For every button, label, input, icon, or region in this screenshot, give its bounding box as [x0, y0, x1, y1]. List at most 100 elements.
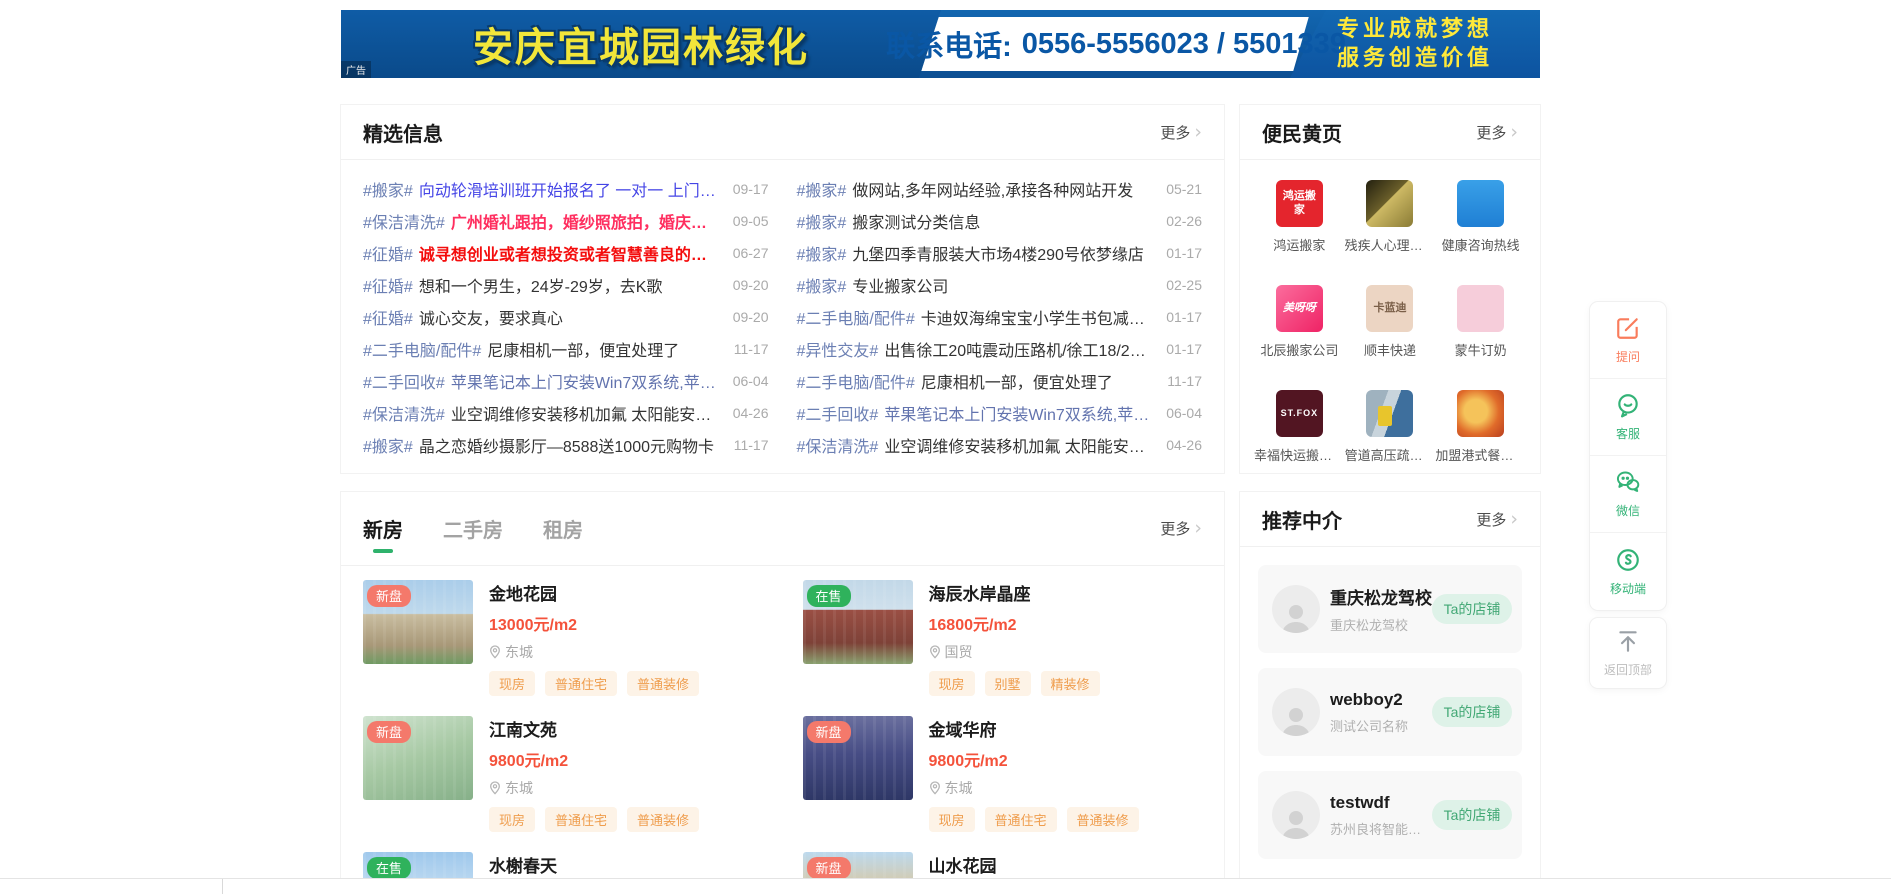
- agent-card: testwdf苏州良将智能…Ta的店铺: [1258, 771, 1522, 859]
- featured-item-text: 想和一个男生，24岁-29岁，去K歌: [419, 273, 721, 297]
- featured-item[interactable]: #征婚#想和一个男生，24岁-29岁，去K歌09-20: [363, 269, 769, 301]
- yellow-page-logo: 卡蓝迪: [1366, 285, 1413, 332]
- yellow-pages-more-link[interactable]: 更多 ›: [1476, 122, 1518, 143]
- featured-item-tag: #保洁清洗#: [363, 401, 445, 425]
- featured-item[interactable]: #搬家#做网站,多年网站经验,承接各种网站开发05-21: [797, 173, 1203, 205]
- listing-tag: 现房: [929, 671, 975, 696]
- listing-badge: 新盘: [367, 585, 411, 607]
- banner-slogan-line1: 专业成就梦想: [1337, 15, 1493, 44]
- listing-photo: 在售: [363, 852, 473, 878]
- yellow-page-entry[interactable]: ST.FOX幸福快运搬家…: [1254, 390, 1345, 464]
- mobile-icon: [1615, 547, 1641, 573]
- yellow-page-entry[interactable]: 残疾人心理咨询: [1345, 180, 1436, 254]
- listing-tag: 现房: [929, 807, 975, 832]
- listing-photo: 在售: [803, 580, 913, 664]
- featured-item[interactable]: #保洁清洗#业空调维修安装移机加氟 太阳能安装维修04-26: [363, 397, 769, 429]
- chevron-right-icon: ›: [1510, 510, 1518, 529]
- yellow-page-logo: [1457, 285, 1504, 332]
- yellow-page-entry[interactable]: 加盟港式餐饮…: [1435, 390, 1526, 464]
- agent-shop-button[interactable]: Ta的店铺: [1432, 697, 1512, 727]
- featured-item-date: 09-20: [733, 277, 769, 293]
- more-label: 更多: [1160, 122, 1190, 143]
- sidebar-item-label: 返回顶部: [1604, 661, 1652, 678]
- listing-location: 国贸: [929, 642, 1100, 662]
- featured-item[interactable]: #异性交友#出售徐工20吨震动压路机/徐工18/21静压…01-17: [797, 333, 1203, 365]
- sidebar-item-客服[interactable]: 客服: [1590, 379, 1666, 456]
- back-to-top-card: 返回顶部: [1590, 618, 1666, 688]
- housing-more-link[interactable]: 更多›: [1160, 518, 1202, 539]
- agents-more-link[interactable]: 更多 ›: [1476, 509, 1518, 530]
- yellow-page-entry[interactable]: 美呀呀北辰搬家公司: [1254, 285, 1345, 359]
- listing-card[interactable]: 新盘 山水花园9280元/m2东城现房普通住宅普通装修: [803, 852, 1203, 878]
- listing-tag: 现房: [489, 671, 535, 696]
- yellow-page-logo: 美呀呀: [1276, 285, 1323, 332]
- featured-item-date: 09-20: [733, 309, 769, 325]
- listing-card[interactable]: 在售海辰水岸晶座16800元/m2国贸现房别墅精装修: [803, 580, 1203, 696]
- tab-二手房[interactable]: 二手房: [443, 498, 503, 559]
- tab-新房[interactable]: 新房: [363, 498, 403, 559]
- listing-price: 13000元/m2: [489, 611, 699, 635]
- featured-item[interactable]: #保洁清洗#业空调维修安装移机加氟 太阳能安装维修04-26: [797, 429, 1203, 461]
- listing-location: 东城: [489, 642, 699, 662]
- featured-item[interactable]: #保洁清洗#广州婚礼跟拍，婚纱照旅拍，婚庆摄影，…09-05: [363, 205, 769, 237]
- featured-header: 精选信息 更多 ›: [341, 105, 1224, 160]
- featured-item[interactable]: #二手电脑/配件#卡迪奴海绵宝宝小学生书包减负双肩…01-17: [797, 301, 1203, 333]
- featured-item[interactable]: #搬家#九堡四季青服装大市场4楼290号依梦缘店01-17: [797, 237, 1203, 269]
- featured-item-text: 卡迪奴海绵宝宝小学生书包减负双肩…: [921, 305, 1154, 329]
- featured-item-tag: #二手回收#: [797, 401, 879, 425]
- featured-item-tag: #征婚#: [363, 241, 413, 265]
- listing-badge: 在售: [367, 857, 411, 878]
- tab-租房[interactable]: 租房: [543, 498, 583, 559]
- sidebar-item-返回顶部[interactable]: 返回顶部: [1590, 618, 1666, 688]
- listing-card[interactable]: 新盘金地花园13000元/m2东城现房普通住宅普通装修: [363, 580, 763, 696]
- floating-toolbar: 提问客服微信移动端 返回顶部: [1590, 302, 1666, 696]
- featured-item-date: 09-05: [733, 213, 769, 229]
- listing-tags: 现房普通住宅普通装修: [489, 807, 699, 832]
- featured-item-tag: #搬家#: [363, 177, 413, 201]
- listing-location-text: 国贸: [945, 642, 973, 662]
- featured-item[interactable]: #搬家#搬家测试分类信息02-26: [797, 205, 1203, 237]
- yellow-page-entry[interactable]: 蒙牛订奶: [1435, 285, 1526, 359]
- banner-company-block: 安庆宜城园林绿化: [341, 10, 941, 78]
- featured-item[interactable]: #搬家#专业搬家公司02-25: [797, 269, 1203, 301]
- wechat-icon: [1615, 469, 1641, 495]
- sidebar-item-微信[interactable]: 微信: [1590, 456, 1666, 533]
- top-ad-banner[interactable]: 安庆宜城园林绿化 联系电话: 0556-5556023 / 5501339 专业…: [341, 10, 1540, 78]
- yellow-page-entry[interactable]: 健康咨询热线: [1435, 180, 1526, 254]
- agents-list: 重庆松龙驾校重庆松龙驾校Ta的店铺webboy2测试公司名称Ta的店铺testw…: [1240, 547, 1540, 878]
- agent-shop-button[interactable]: Ta的店铺: [1432, 594, 1512, 624]
- yellow-page-entry[interactable]: 管道高压疏通…: [1345, 390, 1436, 464]
- housing-panel: 新房二手房租房更多› 新盘金地花园13000元/m2东城现房普通住宅普通装修在售…: [341, 492, 1224, 878]
- agents-panel: 推荐中介 更多 › 重庆松龙驾校重庆松龙驾校Ta的店铺webboy2测试公司名称…: [1240, 492, 1540, 878]
- featured-item[interactable]: #二手回收#苹果笔记本上门安装Win7双系统,苹果电…06-04: [797, 397, 1203, 429]
- yellow-page-entry[interactable]: 卡蓝迪顺丰快递: [1345, 285, 1436, 359]
- listing-card[interactable]: 新盘金域华府9800元/m2东城现房普通住宅普通装修: [803, 716, 1203, 832]
- listing-name: 金地花园: [489, 580, 699, 605]
- featured-item[interactable]: #二手电脑/配件#尼康相机一部，便宜处理了11-17: [363, 333, 769, 365]
- listing-badge: 新盘: [807, 857, 851, 878]
- yellow-pages-header: 便民黄页 更多 ›: [1240, 105, 1540, 160]
- sidebar-item-提问[interactable]: 提问: [1590, 302, 1666, 379]
- agent-shop-button[interactable]: Ta的店铺: [1432, 800, 1512, 830]
- featured-item[interactable]: #二手回收#苹果笔记本上门安装Win7双系统,苹果电…06-04: [363, 365, 769, 397]
- featured-item[interactable]: #搬家#向动轮滑培训班开始报名了 一对一 上门服务09-17: [363, 173, 769, 205]
- listing-name: 水榭春天: [489, 852, 699, 877]
- yellow-page-logo: [1457, 180, 1504, 227]
- featured-item[interactable]: #征婚#诚寻想创业或者想投资或者智慧善良的朋友06-27: [363, 237, 769, 269]
- yellow-page-logo: [1366, 180, 1413, 227]
- featured-item[interactable]: #征婚#诚心交友，要求真心09-20: [363, 301, 769, 333]
- featured-item-text: 尼康相机一部，便宜处理了: [921, 369, 1155, 393]
- yellow-page-entry[interactable]: 鸿运搬家鸿运搬家: [1254, 180, 1345, 254]
- listing-info: 山水花园9280元/m2东城现房普通住宅普通装修: [929, 852, 1139, 878]
- location-pin-icon: [489, 781, 501, 795]
- listing-tag: 别墅: [985, 671, 1031, 696]
- listing-photo: 新盘: [363, 716, 473, 800]
- listing-info: 水榭春天6980元/m2东城现房普通住宅普通装修: [489, 852, 699, 878]
- featured-item[interactable]: #二手电脑/配件#尼康相机一部，便宜处理了11-17: [797, 365, 1203, 397]
- listing-card[interactable]: 在售 水榭春天6980元/m2东城现房普通住宅普通装修: [363, 852, 763, 878]
- featured-more-link[interactable]: 更多 ›: [1160, 122, 1202, 143]
- featured-item[interactable]: #搬家#晶之恋婚纱摄影厅—8588送1000元购物卡11-17: [363, 429, 769, 461]
- listing-card[interactable]: 新盘江南文苑9800元/m2东城现房普通住宅普通装修: [363, 716, 763, 832]
- featured-info-panel: 精选信息 更多 › #搬家#向动轮滑培训班开始报名了 一对一 上门服务09-17…: [341, 105, 1224, 473]
- sidebar-item-移动端[interactable]: 移动端: [1590, 533, 1666, 610]
